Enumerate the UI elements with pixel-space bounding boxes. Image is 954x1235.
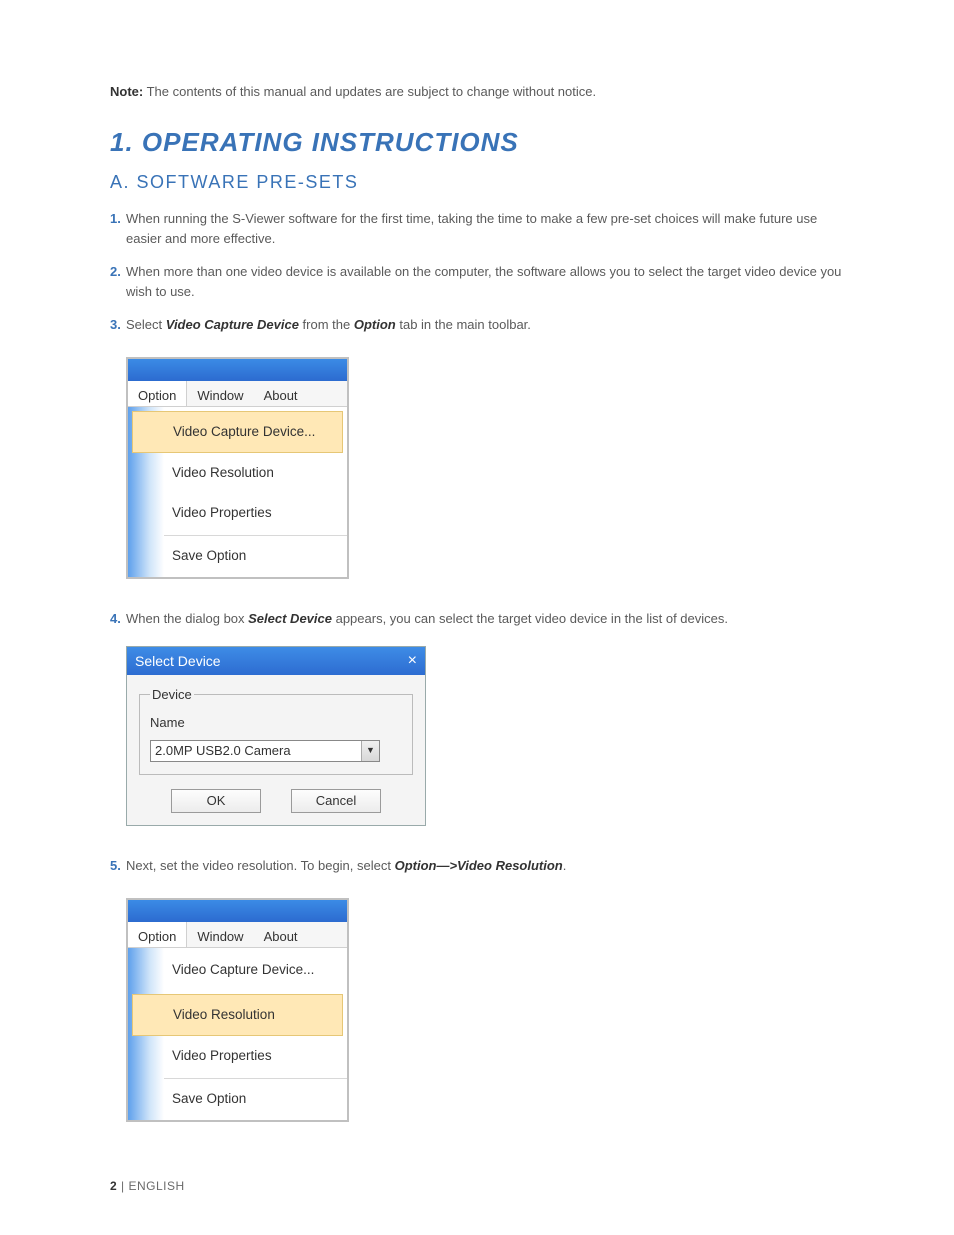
item-em: Video Capture Device xyxy=(166,317,299,332)
menubar: Option Window About xyxy=(128,381,347,407)
menu-option[interactable]: Option xyxy=(128,922,187,947)
note-line: Note: The contents of this manual and up… xyxy=(110,84,844,99)
dropdown-area: Video Capture Device... Video Resolution… xyxy=(128,407,347,577)
list-item: 2. When more than one video device is av… xyxy=(110,262,844,301)
fieldset-legend: Device xyxy=(150,685,194,705)
item-text-post: . xyxy=(563,858,567,873)
subsection-title: A. Software Pre-Sets xyxy=(110,172,844,193)
figure-option-menu-resolution: Option Window About Video Capture Device… xyxy=(126,898,349,1122)
close-icon[interactable]: × xyxy=(408,649,417,673)
dropdown-area: Video Capture Device... Video Resolution… xyxy=(128,948,347,1120)
dropdown-item-capture[interactable]: Video Capture Device... xyxy=(164,948,347,990)
list-item: 5. Next, set the video resolution. To be… xyxy=(110,856,844,1122)
field-label: Name xyxy=(150,713,402,733)
list-item: 1. When running the S-Viewer software fo… xyxy=(110,209,844,248)
item-em: Option—>Video Resolution xyxy=(395,858,563,873)
dialog-title: Select Device xyxy=(135,651,221,672)
menu-about[interactable]: About xyxy=(254,381,308,406)
item-text-mid: from the xyxy=(299,317,354,332)
list-item: 3. Select Video Capture Device from the … xyxy=(110,315,844,579)
dropdown-item-properties[interactable]: Video Properties xyxy=(164,1036,347,1076)
dropdown-item-capture[interactable]: Video Capture Device... xyxy=(132,411,343,453)
item-text-mid: appears xyxy=(332,611,383,626)
cancel-button[interactable]: Cancel xyxy=(291,789,381,813)
dialog-titlebar: Select Device × xyxy=(127,647,425,675)
ok-button[interactable]: OK xyxy=(171,789,261,813)
menu-window[interactable]: Window xyxy=(187,922,253,947)
dropdown-item-properties[interactable]: Video Properties xyxy=(164,493,347,533)
dropdown-list: Video Capture Device... Video Resolution… xyxy=(164,407,347,577)
item-number: 3. xyxy=(110,315,121,335)
figure-option-menu: Option Window About Video Capture Device… xyxy=(126,357,349,579)
footer-lang: ENGLISH xyxy=(128,1179,184,1193)
dropdown-item-resolution[interactable]: Video Resolution xyxy=(164,453,347,493)
dialog-body: Device Name 2.0MP USB2.0 Camera ▼ OK Can… xyxy=(127,675,425,825)
window-titlebar xyxy=(128,900,347,922)
dropdown-list: Video Capture Device... Video Resolution… xyxy=(164,948,347,1120)
window-titlebar xyxy=(128,359,347,381)
note-text: The contents of this manual and updates … xyxy=(143,84,596,99)
item-text-pre: Select xyxy=(126,317,166,332)
dialog-buttons: OK Cancel xyxy=(139,789,413,813)
item-text: When more than one video device is avail… xyxy=(126,264,841,299)
menubar: Option Window About xyxy=(128,922,347,948)
item-number: 4. xyxy=(110,609,121,629)
dropdown-item-save[interactable]: Save Option xyxy=(164,535,347,576)
menu-option[interactable]: Option xyxy=(128,381,187,406)
item-number: 2. xyxy=(110,262,121,282)
section-title: 1. Operating Instructions xyxy=(110,127,844,158)
device-select-value: 2.0MP USB2.0 Camera xyxy=(155,741,291,761)
item-number: 1. xyxy=(110,209,121,229)
item-em: Select Device xyxy=(248,611,332,626)
item-text: When running the S-Viewer software for t… xyxy=(126,211,817,246)
figure-select-device-dialog: Select Device × Device Name 2.0MP USB2.0… xyxy=(126,646,426,826)
dropdown-item-save[interactable]: Save Option xyxy=(164,1078,347,1119)
item-number: 5. xyxy=(110,856,121,876)
item-text-post: , you can select the target video device… xyxy=(383,611,728,626)
document-page: Note: The contents of this manual and up… xyxy=(0,0,954,1235)
list-item: 4. When the dialog box Select Device app… xyxy=(110,609,844,827)
page-footer: 2 | ENGLISH xyxy=(110,1179,185,1193)
device-fieldset: Device Name 2.0MP USB2.0 Camera ▼ xyxy=(139,685,413,775)
item-em: Option xyxy=(354,317,396,332)
menu-about[interactable]: About xyxy=(254,922,308,947)
footer-sep: | xyxy=(117,1179,128,1193)
chevron-down-icon: ▼ xyxy=(361,741,379,761)
device-select[interactable]: 2.0MP USB2.0 Camera ▼ xyxy=(150,740,380,762)
item-text-post: tab in the main toolbar. xyxy=(396,317,531,332)
item-text-pre: When the dialog box xyxy=(126,611,248,626)
item-text-pre: Next, set the video resolution. To begin… xyxy=(126,858,395,873)
menu-window[interactable]: Window xyxy=(187,381,253,406)
note-label: Note: xyxy=(110,84,143,99)
instruction-list: 1. When running the S-Viewer software fo… xyxy=(110,209,844,1122)
dropdown-item-resolution[interactable]: Video Resolution xyxy=(132,994,343,1036)
